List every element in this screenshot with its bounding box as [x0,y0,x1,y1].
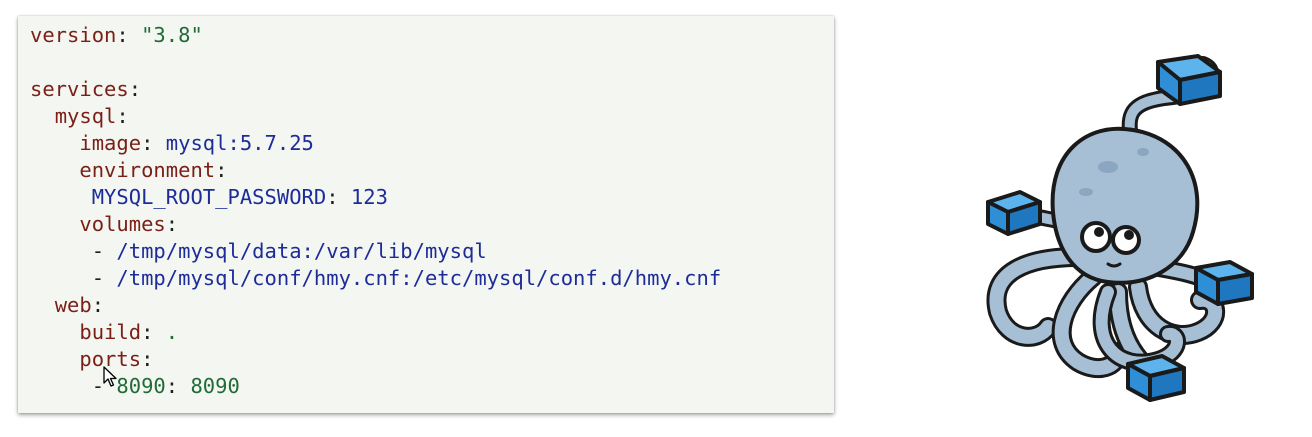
code-panel: version: "3.8" services: mysql: image: m… [18,16,834,413]
code-line-mysql: mysql: [54,104,129,128]
code-line-port-mapping: - 8090: 8090 [91,374,240,398]
docker-compose-octopus-icon [986,54,1254,402]
code-line-image: image: mysql:5.7.25 [79,131,314,155]
code-line-build: build: . [79,320,179,344]
code-line-version: version: "3.8" [30,23,203,47]
mouse-pointer-icon [103,366,117,387]
code-line-volume-1: - /tmp/mysql/data:/var/lib/mysql [91,239,487,263]
code-line-web: web: [54,293,105,317]
code-line-services: services: [30,77,142,101]
code-line-ports: ports: [79,347,154,371]
code-line-environment: environment: [79,158,228,182]
code-line-volume-2: - /tmp/mysql/conf/hmy.cnf:/etc/mysql/con… [91,266,722,290]
code-line-volumes: volumes: [79,212,179,236]
code-line-env-var: MYSQL_ROOT_PASSWORD: 123 [91,185,388,209]
